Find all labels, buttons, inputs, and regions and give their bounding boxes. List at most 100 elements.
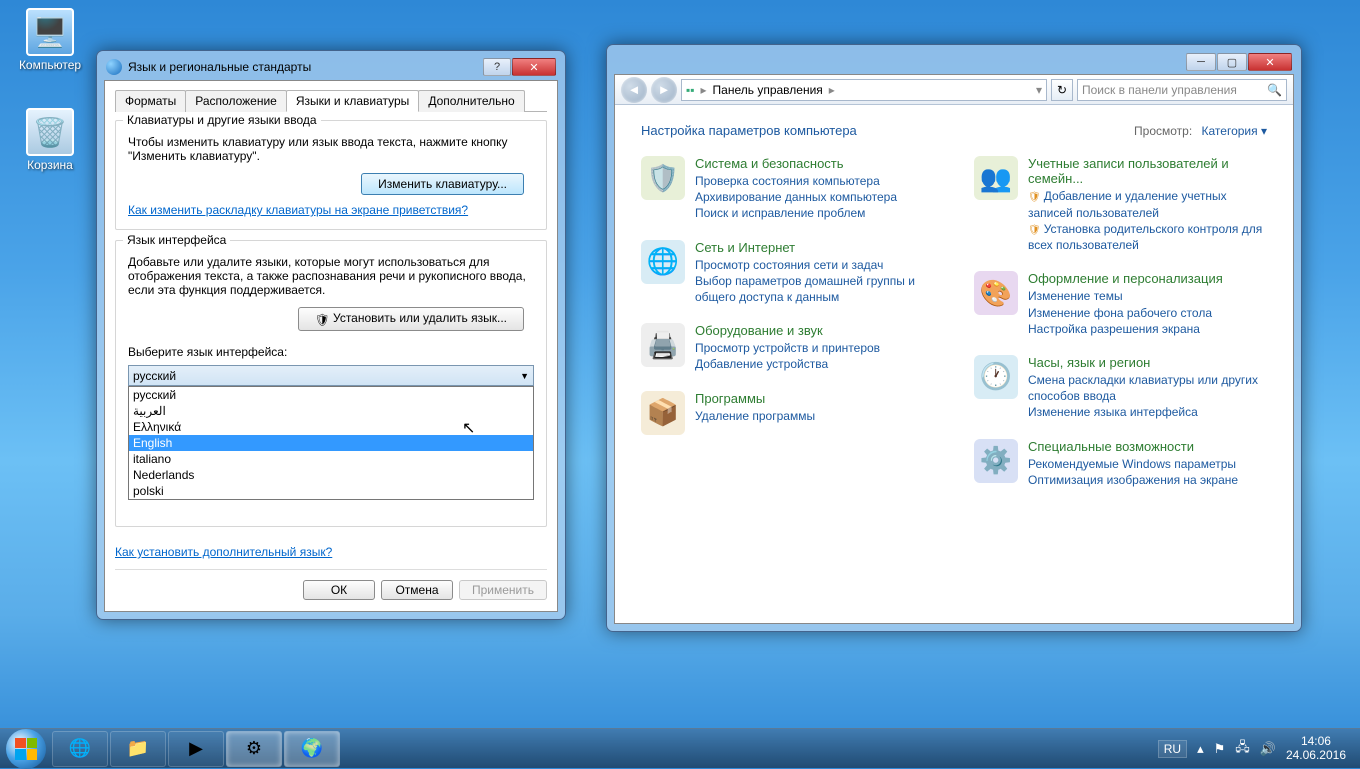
tab-formats[interactable]: Форматы [115,90,186,112]
language-option[interactable]: polski [129,483,533,499]
dialog-body: Форматы Расположение Языки и клавиатуры … [104,80,558,612]
category: 🕐 Часы, язык и регион Смена раскладки клав… [974,355,1267,421]
taskbar-control-panel[interactable]: ⚙ [226,731,282,767]
category-title[interactable]: Оборудование и звук [695,323,880,338]
combobox-value: русский [133,369,176,383]
category-title[interactable]: Система и безопасность [695,156,897,171]
tray-flag-icon[interactable]: ⚑ [1214,741,1226,757]
nav-forward-button[interactable]: ► [651,77,677,103]
apply-button[interactable]: Применить [459,580,547,600]
category-title[interactable]: Учетные записи пользователей и семейн... [1028,156,1267,186]
tray-network-icon[interactable]: 🖧 [1235,738,1250,760]
chevron-down-icon[interactable]: ▾ [1036,83,1042,97]
desktop-icon-recycle[interactable]: 🗑️ Корзина [12,108,88,172]
language-dropdown: русскийالعربيةΕλληνικάEnglishitalianoNed… [128,386,534,500]
category-column-right: 👥Учетные записи пользователей и семейн..… [974,156,1267,488]
desktop-icon-computer[interactable]: 🖥️ Компьютер [12,8,88,72]
close-button[interactable]: ✕ [512,58,556,76]
language-option[interactable]: русский [129,387,533,403]
cancel-button[interactable]: Отмена [381,580,453,600]
category: 👥Учетные записи пользователей и семейн..… [974,156,1267,253]
language-indicator[interactable]: RU [1158,740,1187,758]
category-link[interactable]: Смена раскладки клавиатуры или других сп… [1028,372,1267,404]
breadcrumb[interactable]: Панель управления [713,83,823,97]
chevron-down-icon: ▼ [520,371,529,381]
taskbar-region[interactable]: 🌍 [284,731,340,767]
group-legend: Клавиатуры и другие языки ввода [123,113,321,127]
category-link[interactable]: Настройка разрешения экрана [1028,321,1223,337]
search-icon: 🔍 [1267,83,1282,97]
category-link[interactable]: Оптимизация изображения на экране [1028,472,1238,488]
category-link[interactable]: Просмотр состояния сети и задач [695,257,934,273]
category-title[interactable]: Специальные возможности [1028,439,1238,454]
language-option[interactable]: English [129,435,533,451]
category-link[interactable]: Добавление и удаление учетных записей по… [1028,188,1267,221]
maximize-button[interactable]: ▢ [1217,53,1247,71]
category-link[interactable]: Изменение темы [1028,288,1223,304]
window-body: ◄ ► ▪▪ ▸ Панель управления ▸ ▾ ↻ Поиск в… [614,74,1294,624]
chevron-right-icon: ▸ [701,83,707,97]
control-panel-icon: ▪▪ [686,83,695,97]
category-link[interactable]: Просмотр устройств и принтеров [695,340,880,356]
desktop-icon-label: Компьютер [19,58,81,72]
window-title: Язык и региональные стандарты [128,60,311,74]
link-welcome-screen-layout[interactable]: Как изменить раскладку клавиатуры на экр… [128,203,468,217]
titlebar[interactable]: ─ ▢ ✕ [614,52,1294,74]
category-link[interactable]: Выбор параметров домашней группы и общег… [695,273,934,305]
category-link[interactable]: Поиск и исправление проблем [695,205,897,221]
category-link[interactable]: Удаление программы [695,408,815,424]
category-link[interactable]: Архивирование данных компьютера [695,189,897,205]
ok-button[interactable]: ОК [303,580,375,600]
category-title[interactable]: Часы, язык и регион [1028,355,1267,370]
category-title[interactable]: Сеть и Интернет [695,240,934,255]
clock-time: 14:06 [1286,735,1346,749]
tab-keyboards[interactable]: Языки и клавиатуры [286,90,419,112]
language-option[interactable]: Ελληνικά [129,419,533,435]
tab-advanced[interactable]: Дополнительно [418,90,524,112]
clock[interactable]: 14:06 24.06.2016 [1286,735,1346,763]
nav-back-button[interactable]: ◄ [621,77,647,103]
category-title[interactable]: Оформление и персонализация [1028,271,1223,286]
category-link[interactable]: Проверка состояния компьютера [695,173,897,189]
category-link[interactable]: Изменение фона рабочего стола [1028,305,1223,321]
group-display-language: Язык интерфейса Добавьте или удалите язы… [115,240,547,527]
titlebar[interactable]: Язык и региональные стандарты ? ✕ [104,58,558,80]
language-combobox[interactable]: русский ▼ русскийالعربيةΕλληνικάEnglishi… [128,365,534,386]
help-button[interactable]: ? [483,58,511,76]
group-legend: Язык интерфейса [123,233,230,247]
language-option[interactable]: العربية [129,403,533,419]
taskbar-ie[interactable]: 🌐 [52,731,108,767]
address-bar[interactable]: ▪▪ ▸ Панель управления ▸ ▾ [681,79,1047,101]
category-link[interactable]: Изменение языка интерфейса [1028,404,1267,420]
tab-location[interactable]: Расположение [185,90,287,112]
choose-language-label: Выберите язык интерфейса: [128,345,534,359]
refresh-button[interactable]: ↻ [1051,79,1073,101]
tray-volume-icon[interactable]: 🔊 [1260,741,1276,757]
link-install-additional-language[interactable]: Как установить дополнительный язык? [115,545,547,559]
close-button[interactable]: ✕ [1248,53,1292,71]
taskbar-media[interactable]: ▶ [168,731,224,767]
category-link[interactable]: Установка родительского контроля для все… [1028,221,1267,254]
category-link[interactable]: Рекомендуемые Windows параметры [1028,456,1238,472]
window-region-language: Язык и региональные стандарты ? ✕ Формат… [96,50,566,620]
tray-chevron-icon[interactable]: ▴ [1197,741,1204,757]
change-keyboard-button[interactable]: Изменить клавиатуру... [361,173,524,195]
recycle-bin-icon: 🗑️ [26,108,74,156]
view-value[interactable]: Категория ▾ [1202,124,1267,138]
category: 🌐Сеть и ИнтернетПросмотр состояния сети … [641,240,934,306]
taskbar-explorer[interactable]: 📁 [110,731,166,767]
category-link[interactable]: Добавление устройства [695,356,880,372]
category-title[interactable]: Программы [695,391,815,406]
install-uninstall-language-button[interactable]: 🛡Установить или удалить язык... [298,307,524,331]
minimize-button[interactable]: ─ [1186,53,1216,71]
shield-icon: 🛡 [315,313,330,327]
view-switcher[interactable]: Просмотр: Категория ▾ [1134,124,1267,138]
view-label: Просмотр: [1134,124,1192,138]
category-icon: 🕐 [974,355,1018,399]
language-option[interactable]: italiano [129,451,533,467]
category-icon: 🎨 [974,271,1018,315]
start-button[interactable] [6,729,46,769]
computer-icon: 🖥️ [26,8,74,56]
language-option[interactable]: Nederlands [129,467,533,483]
search-input[interactable]: Поиск в панели управления 🔍 [1077,79,1287,101]
